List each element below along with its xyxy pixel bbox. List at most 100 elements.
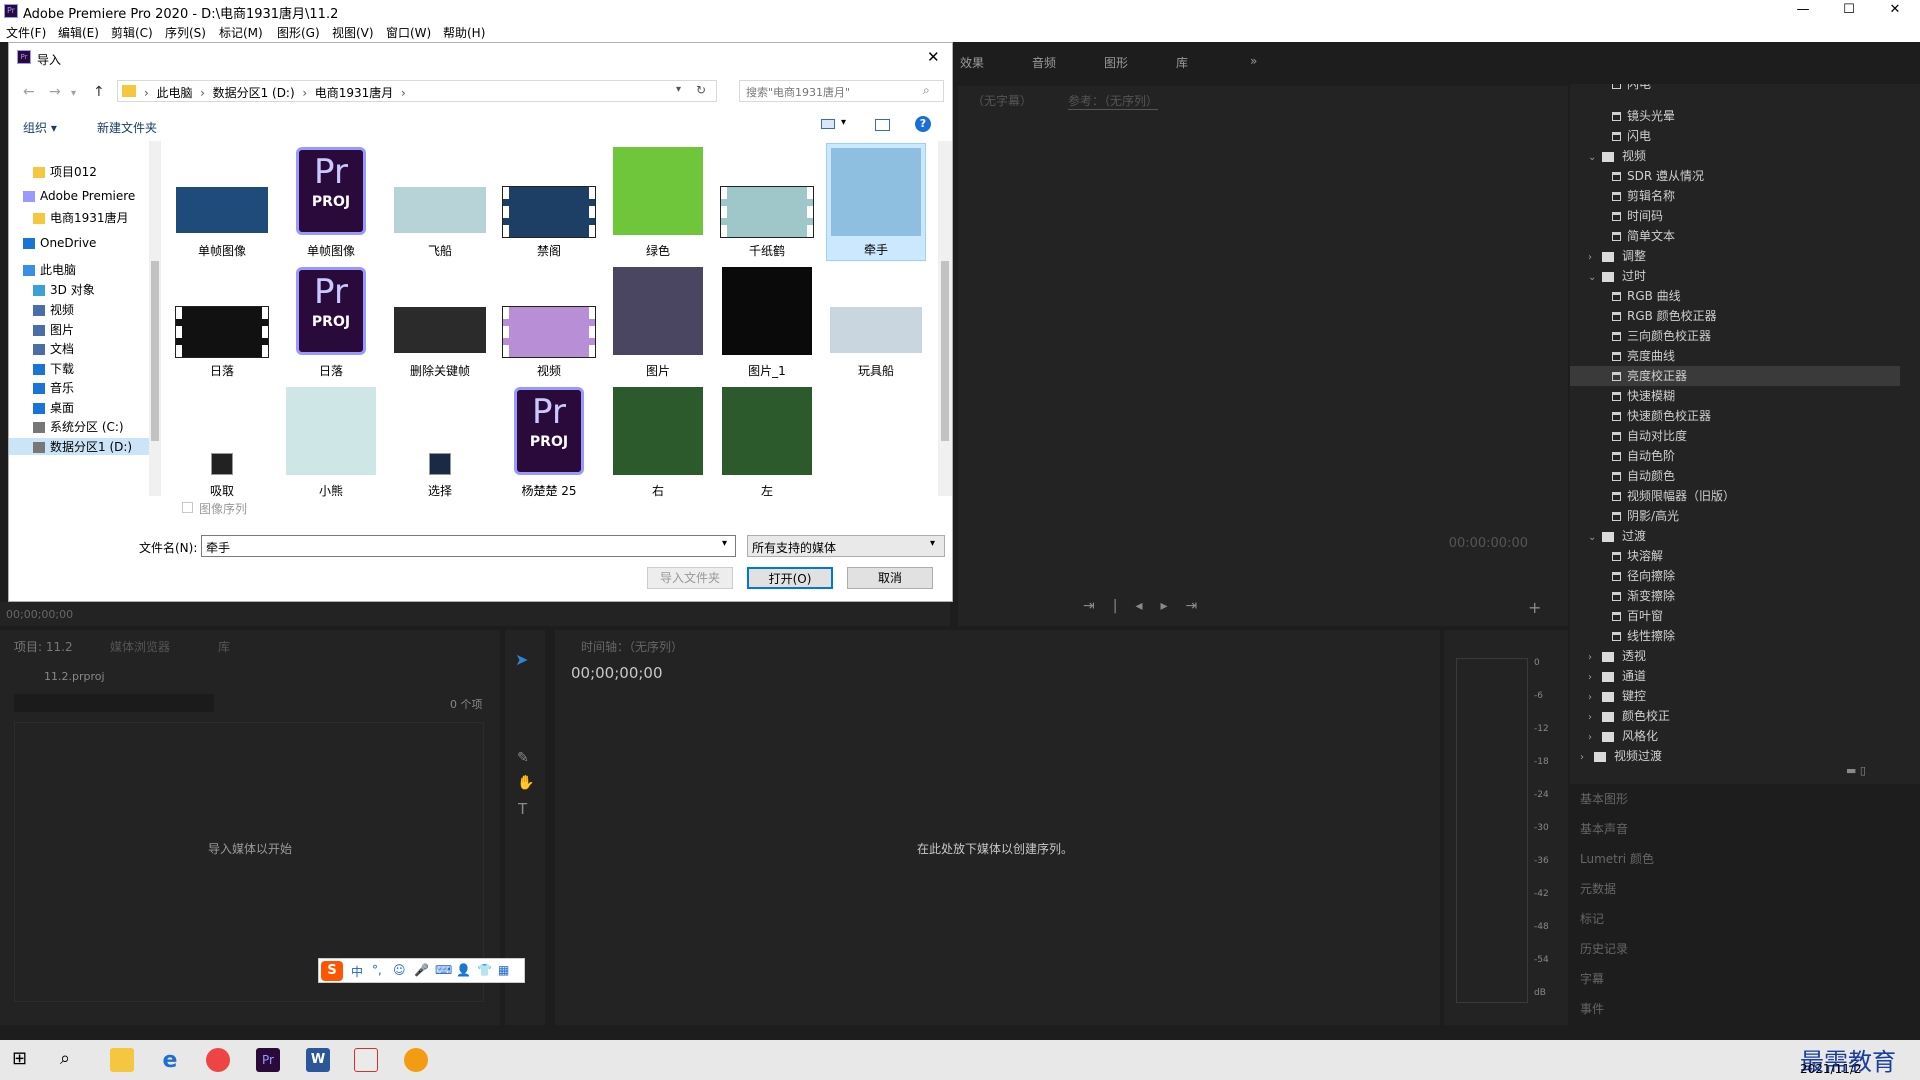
- effect-item[interactable]: 闪电: [1570, 84, 1900, 94]
- effect-item[interactable]: SDR 遵从情况: [1570, 166, 1900, 186]
- menu-clip[interactable]: 剪辑(C): [111, 24, 153, 41]
- start-icon[interactable]: ⊞: [12, 1048, 36, 1072]
- menu-graphics[interactable]: 图形(G): [277, 24, 320, 41]
- ime-item[interactable]: ☺: [393, 963, 406, 977]
- help-icon[interactable]: ?: [915, 116, 931, 132]
- panel-essential-sound[interactable]: 基本声音: [1580, 820, 1628, 837]
- workspace-tab-graphics[interactable]: 图形: [1104, 54, 1128, 71]
- ime-item[interactable]: 🎤: [414, 963, 429, 977]
- effect-item[interactable]: 百叶窗: [1570, 606, 1900, 626]
- effect-item[interactable]: 快速颜色校正器: [1570, 406, 1900, 426]
- effect-item[interactable]: 剪辑名称: [1570, 186, 1900, 206]
- filetype-select[interactable]: 所有支持的媒体 ▾: [747, 535, 945, 557]
- menu-marker[interactable]: 标记(M): [219, 24, 263, 41]
- ime-item[interactable]: °,: [372, 963, 382, 977]
- nav-item[interactable]: 3D 对象: [33, 281, 95, 298]
- effect-folder[interactable]: ⌄ 过渡: [1570, 526, 1900, 546]
- panel-essential-graphics[interactable]: 基本图形: [1580, 790, 1628, 807]
- nav-item[interactable]: OneDrive: [23, 236, 96, 250]
- nav-item[interactable]: 图片: [33, 321, 74, 338]
- menu-sequence[interactable]: 序列(S): [165, 24, 206, 41]
- effect-item[interactable]: RGB 颜色校正器: [1570, 306, 1900, 326]
- menu-window[interactable]: 窗口(W): [386, 24, 431, 41]
- file-tile[interactable]: 牵手: [826, 143, 926, 261]
- file-tile[interactable]: 禁阁: [499, 143, 599, 261]
- file-tile[interactable]: 单帧图像: [172, 143, 272, 261]
- nav-item[interactable]: 桌面: [33, 399, 74, 416]
- effect-folder[interactable]: › 通道: [1570, 666, 1900, 686]
- explorer-icon[interactable]: [110, 1048, 134, 1072]
- workspace-more-icon[interactable]: »: [1250, 54, 1257, 68]
- tab-media-browser[interactable]: 媒体浏览器: [110, 638, 170, 655]
- menu-file[interactable]: 文件(F): [6, 24, 46, 41]
- app-icon[interactable]: [354, 1048, 378, 1072]
- file-tile[interactable]: 删除关键帧: [390, 263, 490, 381]
- file-tile[interactable]: 右: [608, 383, 708, 501]
- address-dropdown-icon[interactable]: ▾: [676, 84, 681, 95]
- view-dropdown-icon[interactable]: ▾: [841, 117, 846, 128]
- effect-folder[interactable]: › 透视: [1570, 646, 1900, 666]
- effect-item[interactable]: 视频限幅器（旧版）: [1570, 486, 1900, 506]
- up-arrow-icon[interactable]: ↑: [93, 84, 105, 100]
- filename-dropdown-icon[interactable]: ▾: [722, 538, 727, 549]
- effect-item[interactable]: 阴影/高光: [1570, 506, 1900, 526]
- effect-item[interactable]: 时间码: [1570, 206, 1900, 226]
- effect-folder[interactable]: ⌄ 视频: [1570, 146, 1900, 166]
- nav-item[interactable]: 音乐: [33, 379, 74, 396]
- workspace-tab-library[interactable]: 库: [1176, 54, 1188, 71]
- effect-folder[interactable]: › 风格化: [1570, 726, 1900, 746]
- file-tile[interactable]: 日落: [172, 263, 272, 381]
- workspace-tab-audio[interactable]: 音频: [1032, 54, 1056, 71]
- premiere-taskbar-icon[interactable]: Pr: [256, 1048, 280, 1072]
- ime-item[interactable]: 👕: [477, 963, 492, 977]
- effect-folder[interactable]: › 调整: [1570, 246, 1900, 266]
- chevron-right-icon[interactable]: ›: [1588, 668, 1602, 688]
- image-sequence-checkbox[interactable]: [182, 502, 193, 513]
- file-tile[interactable]: Pr PROJ 杨楚楚 25: [499, 383, 599, 501]
- ime-item[interactable]: 中: [351, 963, 363, 980]
- search-taskbar-icon[interactable]: ⌕: [60, 1048, 84, 1072]
- effect-item[interactable]: 闪电: [1570, 126, 1900, 146]
- type-tool-icon[interactable]: T: [518, 800, 527, 818]
- tab-library[interactable]: 库: [218, 638, 230, 655]
- import-folder-button[interactable]: 导入文件夹: [647, 567, 733, 589]
- nav-scrollbar[interactable]: [149, 141, 161, 496]
- panel-events[interactable]: 事件: [1580, 1000, 1604, 1017]
- effect-item[interactable]: 镜头光晕: [1570, 106, 1900, 126]
- reference-label[interactable]: 参考：（无序列）: [1068, 92, 1159, 110]
- effect-folder[interactable]: › 视频过渡: [1570, 746, 1900, 764]
- chevron-down-icon[interactable]: ⌄: [1588, 148, 1602, 168]
- nav-item[interactable]: Adobe Premiere: [23, 189, 135, 203]
- dialog-close-button[interactable]: ✕: [927, 48, 940, 66]
- preview-pane-icon[interactable]: [875, 119, 890, 131]
- pen-tool-icon[interactable]: ✎: [517, 750, 529, 766]
- workspace-tab-effects[interactable]: 效果: [960, 54, 984, 71]
- effect-item[interactable]: 径向擦除: [1570, 566, 1900, 586]
- sogou-logo-icon[interactable]: S: [321, 961, 343, 981]
- panel-markers[interactable]: 标记: [1580, 910, 1604, 927]
- breadcrumb-folder[interactable]: 电商1931唐月: [315, 86, 394, 100]
- effect-folder[interactable]: › 颜色校正: [1570, 706, 1900, 726]
- nav-item[interactable]: 系统分区 (C:): [33, 418, 124, 435]
- organize-button[interactable]: 组织 ▾: [23, 119, 57, 136]
- nav-item[interactable]: 项目012: [33, 163, 97, 180]
- file-tile[interactable]: 视频: [499, 263, 599, 381]
- effect-folder[interactable]: › 键控: [1570, 686, 1900, 706]
- refresh-icon[interactable]: ↻: [696, 83, 706, 97]
- ime-item[interactable]: ▦: [498, 963, 509, 977]
- tab-project[interactable]: 项目: 11.2: [14, 638, 73, 655]
- file-tile[interactable]: 吸取: [172, 383, 272, 501]
- effect-item[interactable]: 线性擦除: [1570, 626, 1900, 646]
- new-bin-icon[interactable]: ▬ ▯: [1846, 764, 1866, 777]
- chevron-down-icon[interactable]: ⌄: [1588, 528, 1602, 548]
- chevron-right-icon[interactable]: ›: [1588, 728, 1602, 748]
- nav-item[interactable]: 下载: [33, 360, 74, 377]
- chevron-right-icon[interactable]: ›: [1588, 648, 1602, 668]
- back-arrow-icon[interactable]: ←: [23, 84, 35, 100]
- file-scrollbar[interactable]: [938, 141, 952, 496]
- file-tile[interactable]: 选择: [390, 383, 490, 501]
- add-button-icon[interactable]: +: [1528, 598, 1541, 617]
- chevron-right-icon[interactable]: ›: [1588, 248, 1602, 268]
- filetype-dropdown-icon[interactable]: ▾: [930, 538, 935, 549]
- ime-item[interactable]: 👤: [456, 963, 471, 977]
